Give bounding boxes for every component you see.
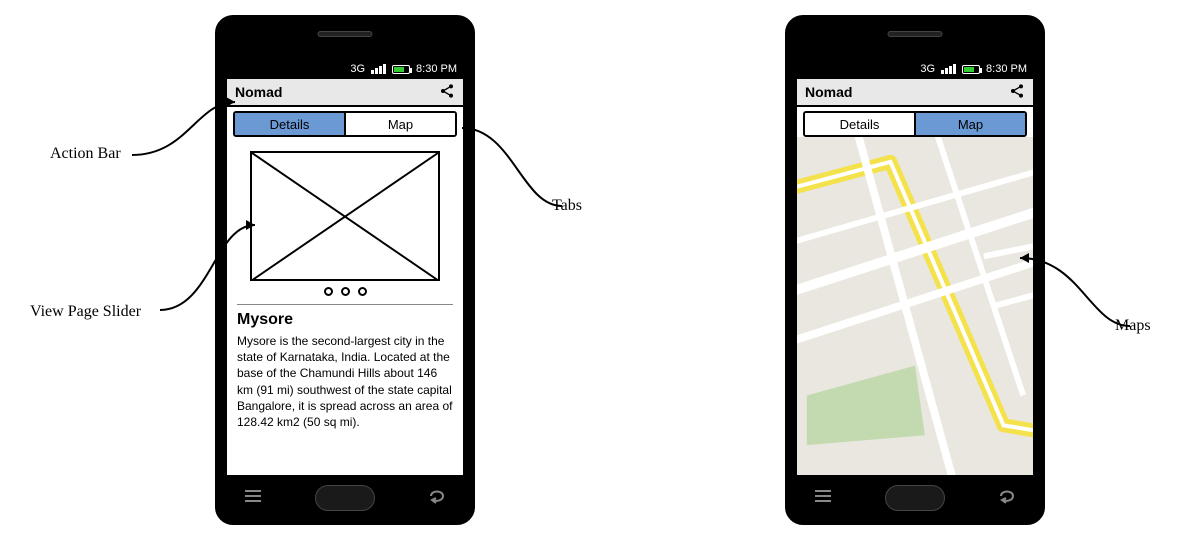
phone-nav-bar xyxy=(217,481,473,515)
phone-speaker xyxy=(888,31,943,37)
map-view[interactable] xyxy=(797,137,1033,475)
detail-title: Mysore xyxy=(237,311,453,329)
phone-screen: 3G 8:30 PM Nomad Details Map xyxy=(227,59,463,475)
battery-icon xyxy=(962,65,980,74)
page-indicator[interactable] xyxy=(237,287,453,296)
signal-icon xyxy=(371,64,386,74)
clock: 8:30 PM xyxy=(416,63,457,75)
annotation-maps: Maps xyxy=(1115,317,1151,335)
battery-icon xyxy=(392,65,410,74)
details-content: Mysore Mysore is the second-largest city… xyxy=(227,141,463,436)
app-title: Nomad xyxy=(235,84,282,100)
detail-body: Mysore is the second-largest city in the… xyxy=(237,333,453,430)
menu-icon[interactable] xyxy=(243,488,263,509)
back-icon[interactable] xyxy=(427,487,447,510)
tab-details[interactable]: Details xyxy=(805,113,914,135)
app-title: Nomad xyxy=(805,84,852,100)
network-indicator: 3G xyxy=(920,63,935,75)
page-dot[interactable] xyxy=(324,287,333,296)
image-placeholder[interactable] xyxy=(250,151,440,281)
share-icon[interactable] xyxy=(1009,83,1025,102)
status-bar: 3G 8:30 PM xyxy=(227,59,463,79)
annotation-tabs: Tabs xyxy=(552,197,582,215)
back-icon[interactable] xyxy=(997,487,1017,510)
action-bar: Nomad xyxy=(797,79,1033,107)
phone-mockup-map: 3G 8:30 PM Nomad Details Map xyxy=(785,15,1045,525)
page-dot[interactable] xyxy=(341,287,350,296)
phone-nav-bar xyxy=(787,481,1043,515)
phone-screen: 3G 8:30 PM Nomad Details Map xyxy=(797,59,1033,475)
phone-speaker xyxy=(318,31,373,37)
share-icon[interactable] xyxy=(439,83,455,102)
tab-details[interactable]: Details xyxy=(235,113,344,135)
tabs: Details Map xyxy=(233,111,457,137)
divider xyxy=(237,304,453,305)
tab-map[interactable]: Map xyxy=(344,113,455,135)
annotation-view-page-slider: View Page Slider xyxy=(30,303,141,321)
annotation-action-bar: Action Bar xyxy=(50,145,121,163)
network-indicator: 3G xyxy=(350,63,365,75)
status-bar: 3G 8:30 PM xyxy=(797,59,1033,79)
phone-mockup-details: 3G 8:30 PM Nomad Details Map xyxy=(215,15,475,525)
home-button[interactable] xyxy=(315,485,375,511)
page-dot[interactable] xyxy=(358,287,367,296)
menu-icon[interactable] xyxy=(813,488,833,509)
home-button[interactable] xyxy=(885,485,945,511)
tab-map[interactable]: Map xyxy=(914,113,1025,135)
tabs: Details Map xyxy=(803,111,1027,137)
action-bar: Nomad xyxy=(227,79,463,107)
signal-icon xyxy=(941,64,956,74)
clock: 8:30 PM xyxy=(986,63,1027,75)
